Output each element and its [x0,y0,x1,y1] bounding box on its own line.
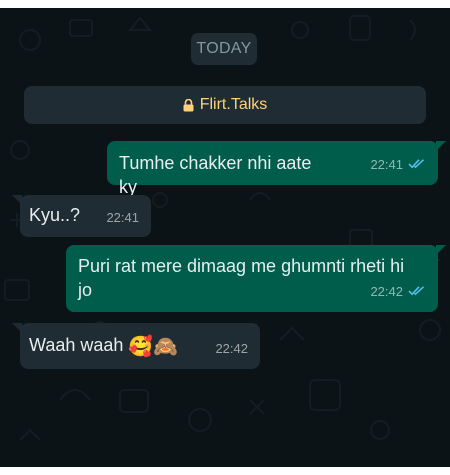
message-bubble-outgoing[interactable]: Tumhe chakker nhi aate ky 22:41 [107,141,446,197]
message-meta: 22:42 [370,280,426,304]
chat-wallpaper [4,15,441,441]
message-meta: 22:41 [106,206,139,230]
date-chip: TODAY [191,33,257,65]
message-time: 22:41 [370,157,403,172]
message-text: Puri rat mere dimaag me ghumnti rheti hi… [78,256,405,300]
chat-name-banner[interactable]: Flirt.Talks [24,86,426,124]
message-bubble-incoming[interactable]: Waah waah 🥰🙈 22:42 [12,323,260,369]
message-meta: 22:41 [370,153,426,177]
read-ticks-icon [408,153,426,177]
message-bubble-incoming[interactable]: Kyu..? 22:41 [12,195,151,237]
message-text: Kyu..? [29,205,81,225]
message-text: Waah waah [29,335,124,355]
message-time: 22:42 [215,341,248,356]
lock-icon [183,98,194,112]
read-ticks-icon [408,280,426,304]
message-time: 22:41 [106,210,139,225]
top-edge [0,0,450,8]
banner-title: Flirt.Talks [199,96,268,113]
message-bubble-outgoing[interactable]: Puri rat mere dimaag me ghumnti rheti hi… [66,245,446,312]
message-time: 22:42 [370,284,403,299]
message-meta: 22:42 [215,337,248,361]
chat-screen: TODAY Flirt.Talks Tumhe chakker nhi aate… [0,0,450,475]
bottom-edge [0,467,450,475]
smiling-face-hearts-icon: 🥰🙈 [128,336,179,358]
